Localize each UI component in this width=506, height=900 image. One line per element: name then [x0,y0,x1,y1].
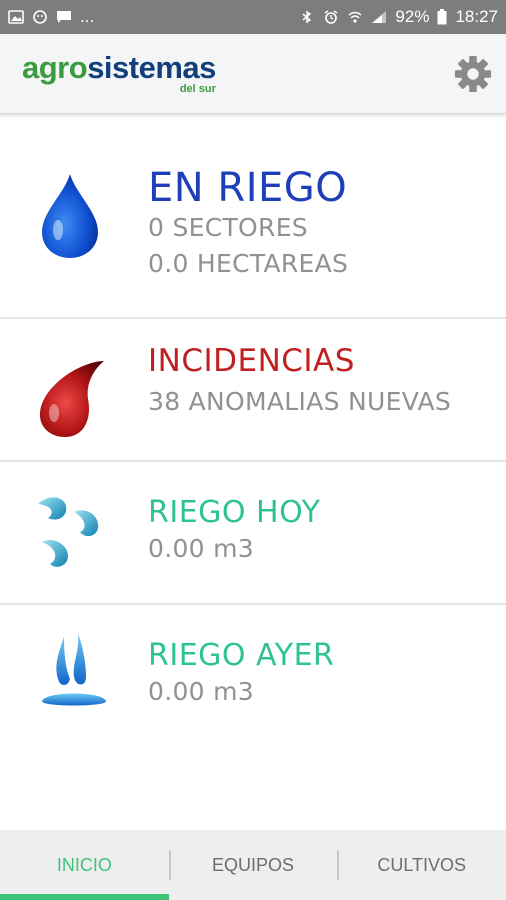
status-bar-left: ... [8,7,94,27]
list-item-incidencias[interactable]: INCIDENCIAS 38 ANOMALIAS NUEVAS [0,319,506,462]
list-item-riego-ayer[interactable]: RIEGO AYER 0.00 m3 [0,605,506,748]
logo-subtitle: del sur [179,83,216,95]
en-riego-sectores: 0 SECTORES [148,213,308,242]
en-riego-title: EN RIEGO [148,165,348,211]
water-drops-icon [38,497,99,567]
wifi-icon [348,11,362,23]
logo-agro: agro [22,50,88,85]
tab-cultivos[interactable]: CULTIVOS [337,830,506,900]
incidencias-text: INCIDENCIAS 38 ANOMALIAS NUEVAS [148,344,451,420]
chat-icon [33,10,47,24]
blue-drop-icon [42,174,98,258]
list-item-riego-hoy[interactable]: RIEGO HOY 0.00 m3 [0,462,506,605]
dashboard-list: EN RIEGO 0 SECTORES 0.0 HECTAREAS INCIDE… [0,114,506,748]
logo-wordmark: agrosistemas [22,52,216,83]
battery-percent: 92% [395,7,430,26]
incidencias-anomalias: 38 ANOMALIAS NUEVAS [148,387,452,417]
riego-ayer-volume: 0.00 m3 [148,677,254,706]
red-drop-icon [39,361,105,437]
tab-equipos[interactable]: EQUIPOS [168,830,338,900]
more-notifications: ... [80,7,95,26]
riego-ayer-title: RIEGO AYER [148,638,335,673]
en-riego-hectareas: 0.0 HECTAREAS [148,249,349,279]
logo-sistemas: sistemas [87,50,216,85]
message-icon [57,11,71,23]
status-bar: ... 92% 18:27 [0,0,506,34]
list-item-en-riego[interactable]: EN RIEGO 0 SECTORES 0.0 HECTAREAS [0,114,506,319]
signal-icon [372,11,387,23]
riego-ayer-text: RIEGO AYER 0.00 m3 [148,639,334,710]
logo: agrosistemas del sur [22,52,216,95]
bottom-tab-bar: INICIO EQUIPOS CULTIVOS [0,830,506,900]
alarm-icon [325,10,338,24]
drip-irrigation-icon [41,633,107,706]
tab-inicio[interactable]: INICIO [0,830,169,900]
image-icon [8,10,24,24]
app-bar: agrosistemas del sur [0,34,506,114]
status-bar-right: 92% 18:27 [299,7,498,27]
en-riego-text: EN RIEGO 0 SECTORES 0.0 HECTAREAS [148,166,348,283]
riego-hoy-title: RIEGO HOY [148,495,321,530]
riego-hoy-text: RIEGO HOY 0.00 m3 [148,496,320,567]
battery-icon [437,9,447,25]
riego-hoy-volume: 0.00 m3 [148,534,254,563]
gear-icon[interactable] [454,55,492,93]
bluetooth-icon [302,10,312,24]
incidencias-title: INCIDENCIAS [148,343,355,379]
clock: 18:27 [455,7,498,26]
